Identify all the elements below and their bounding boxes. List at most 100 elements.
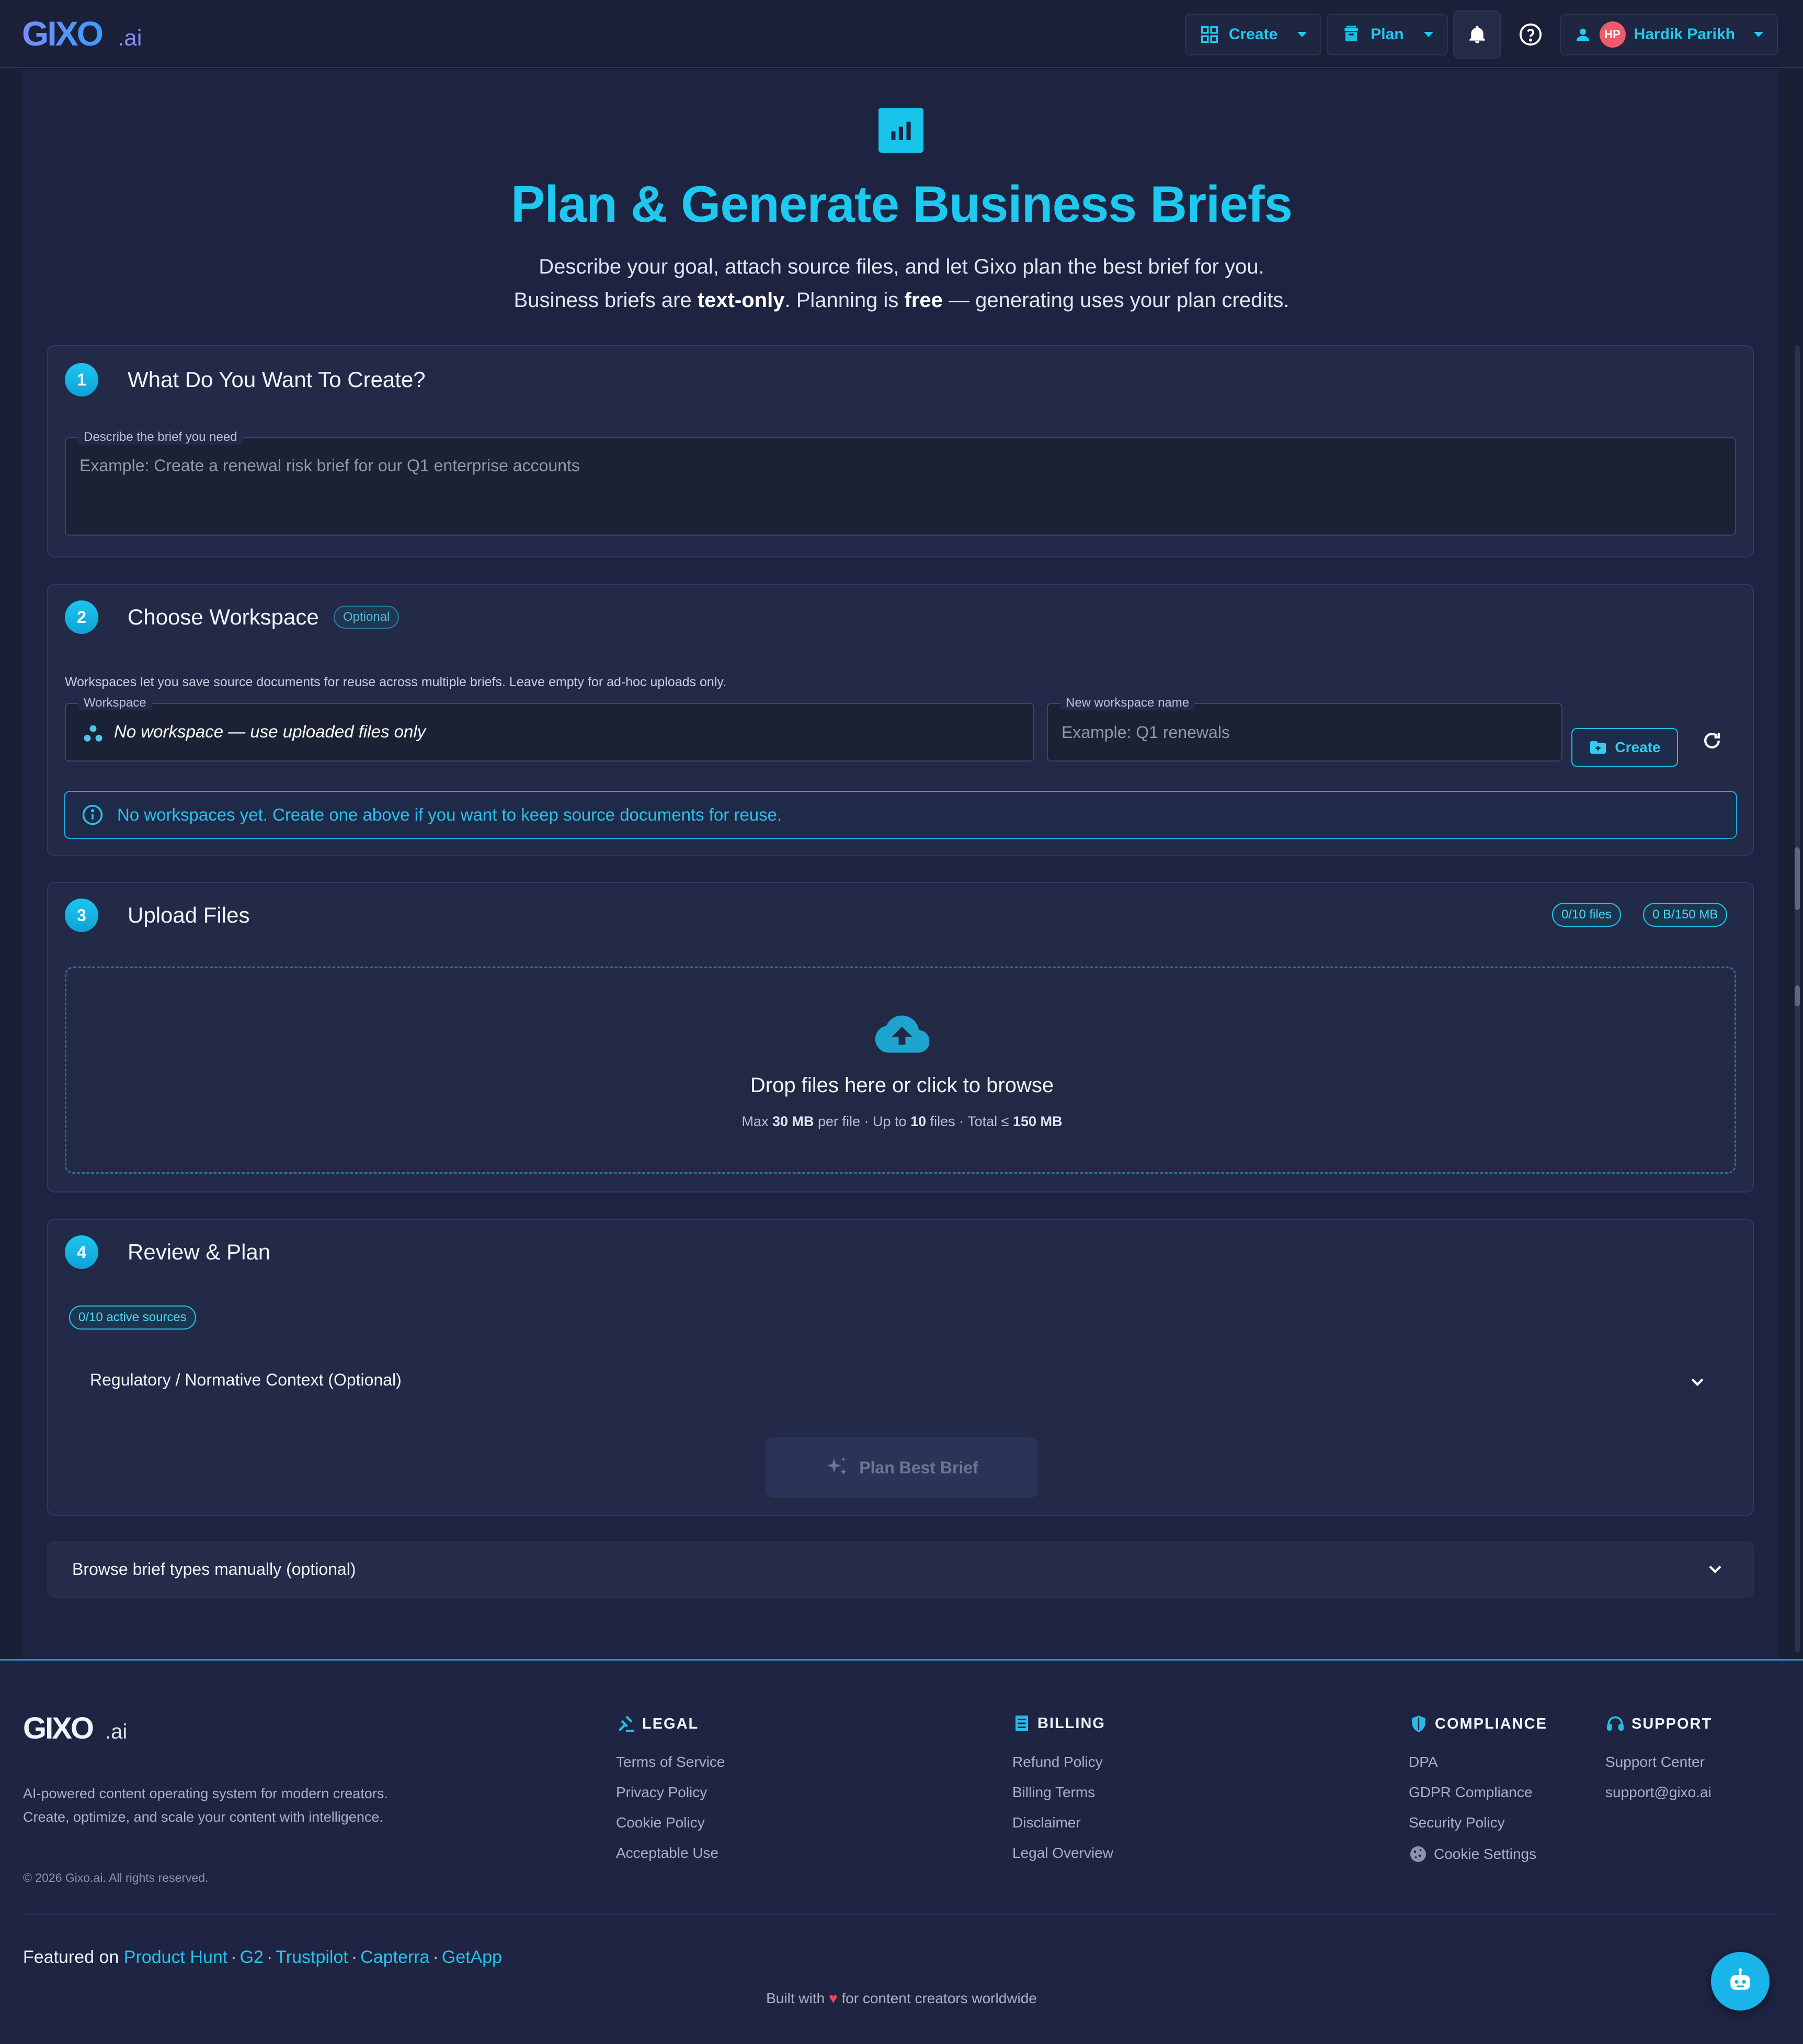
sparkles-icon [827,1457,847,1475]
footer-link-cookie-settings[interactable]: Cookie Settings [1409,1845,1536,1864]
page-subtitle-line2: Business briefs are text-only. Planning … [0,289,1803,312]
plan-menu-button[interactable]: Plan [1327,14,1448,55]
footer-support-label: SUPPORT [1631,1715,1713,1732]
brand-logo[interactable]: GIXO .ai [22,14,142,53]
featured-link-g2[interactable]: G2 [240,1947,264,1967]
footer-legal-label: LEGAL [642,1715,699,1732]
notifications-button[interactable] [1453,10,1501,59]
footer-link-terms[interactable]: Terms of Service [616,1754,725,1770]
scrollbar-thumb[interactable] [1795,847,1800,910]
featured-link-trustpilot[interactable]: Trustpilot [276,1947,348,1967]
refresh-button[interactable] [1698,727,1726,754]
workspace-select[interactable]: Workspace No workspace — use uploaded fi… [65,696,1034,762]
plan-best-brief-button[interactable]: Plan Best Brief [766,1437,1037,1498]
footer-billing-label: BILLING [1037,1714,1105,1732]
create-menu-label: Create [1228,26,1278,43]
files-count-badge: 0/10 files [1552,903,1622,927]
featured-link-capterra[interactable]: Capterra [360,1947,429,1967]
browse-brief-types-accordion[interactable]: Browse brief types manually (optional) [47,1541,1754,1598]
footer-link-acceptable-use[interactable]: Acceptable Use [616,1845,718,1861]
regulatory-context-accordion[interactable]: Regulatory / Normative Context (Optional… [65,1360,1736,1404]
workspace-helper-text: Workspaces let you save source documents… [65,675,726,689]
footer-link-legal-overview[interactable]: Legal Overview [1012,1845,1113,1861]
step3-number: 3 [65,899,98,932]
chat-assistant-button[interactable] [1711,1952,1770,2011]
size-count-badge: 0 B/150 MB [1643,903,1728,927]
footer-link-security[interactable]: Security Policy [1409,1814,1505,1831]
step4-number: 4 [65,1235,98,1269]
footer-link-dpa[interactable]: DPA [1409,1754,1438,1770]
footer-link-cookie-policy[interactable]: Cookie Policy [616,1814,705,1831]
cookie-settings-label: Cookie Settings [1434,1846,1537,1862]
footer-link-refund[interactable]: Refund Policy [1012,1754,1103,1770]
subtitle-emphasis: free [904,289,943,312]
step3-title: Upload Files [128,903,250,927]
footer-brand-name: GIXO [23,1711,94,1745]
step1-title: What Do You Want To Create? [128,367,426,392]
grid-icon [1201,26,1218,43]
subtitle-emphasis: text-only [697,289,785,312]
new-workspace-placeholder: Example: Q1 renewals [1062,723,1230,742]
built-text: Built with [766,1990,829,2006]
featured-on: Featured on Product Hunt · G2 · Trustpilot · C… [23,1947,502,1968]
heart-icon: ♥ [828,1990,838,2006]
featured-prefix: Featured on [23,1947,124,1967]
receipt-icon [1015,1716,1028,1731]
workspace-value: No workspace — use uploaded files only [114,722,426,741]
featured-separator: · [351,1947,358,1967]
footer-link-disclaimer[interactable]: Disclaimer [1012,1814,1081,1831]
footer-link-support-center[interactable]: Support Center [1605,1754,1705,1770]
chevron-down-icon [1705,1559,1726,1582]
new-workspace-input[interactable]: New workspace name Example: Q1 renewals [1047,696,1562,762]
footer-link-privacy[interactable]: Privacy Policy [616,1784,707,1801]
built-text: for content creators worldwide [837,1990,1037,2006]
step2-title: Choose Workspace [128,605,319,629]
create-workspace-label: Create [1615,739,1661,755]
footer-compliance-label: COMPLIANCE [1435,1715,1547,1732]
top-navbar: GIXO .ai Create Plan HP Hardik Parikh [0,0,1803,68]
featured-link-product-hunt[interactable]: Product Hunt [124,1947,227,1967]
help-circle-icon [1519,23,1542,46]
alert-text: No workspaces yet. Create one above if y… [117,805,782,824]
navbar-actions: Create Plan HP Hardik Parikh [1184,10,1778,59]
featured-separator: · [231,1947,237,1967]
footer-divider [23,1914,1777,1915]
help-button[interactable] [1507,10,1555,59]
step4-title: Review & Plan [128,1240,271,1264]
file-dropzone[interactable]: Drop files here or click to browse Max 3… [65,967,1736,1174]
limit-emphasis: 30 MB [772,1114,814,1129]
gavel-icon [618,1716,634,1732]
regulatory-context-label: Regulatory / Normative Context (Optional… [90,1370,402,1389]
footer-compliance-title: COMPLIANCE [1409,1714,1547,1734]
subtitle-text: — generating uses your plan credits. [942,289,1290,312]
user-menu-button[interactable]: HP Hardik Parikh [1559,14,1778,55]
chevron-down-icon [1754,32,1763,37]
footer-link-billing-terms[interactable]: Billing Terms [1012,1784,1095,1801]
no-workspaces-alert: No workspaces yet. Create one above if y… [64,791,1737,839]
scrollbar-thumb[interactable] [1795,985,1800,1006]
brief-description-input[interactable]: Describe the brief you need Example: Cre… [65,430,1736,536]
active-sources-badge: 0/10 active sources [69,1305,196,1330]
shield-icon [1412,1716,1425,1732]
create-workspace-button[interactable]: Create [1571,728,1678,767]
optional-badge: Optional [334,606,400,629]
plan-menu-label: Plan [1371,26,1404,43]
limit-text: Max [741,1114,772,1129]
footer-support-title: SUPPORT [1605,1714,1712,1734]
create-menu-button[interactable]: Create [1184,14,1322,55]
limit-text: files · Total ≤ [926,1114,1013,1129]
site-footer: GIXO .ai AI-powered content operating sy… [0,1659,1803,2044]
limit-text: per file · Up to [814,1114,911,1129]
step1-number: 1 [65,363,98,396]
footer-link-gdpr[interactable]: GDPR Compliance [1409,1784,1533,1801]
chart-icon [878,108,923,153]
featured-separator: · [432,1947,439,1967]
footer-link-support-email[interactable]: support@gixo.ai [1605,1784,1711,1801]
chevron-down-icon [1687,1371,1708,1395]
folder-add-icon [1590,741,1606,754]
footer-brand-logo[interactable]: GIXO .ai [23,1711,127,1746]
inventory-icon [1344,26,1358,41]
upload-limits: Max 30 MB per file · Up to 10 files · To… [66,1114,1738,1130]
avatar: HP [1599,21,1626,48]
featured-link-getapp[interactable]: GetApp [442,1947,502,1967]
